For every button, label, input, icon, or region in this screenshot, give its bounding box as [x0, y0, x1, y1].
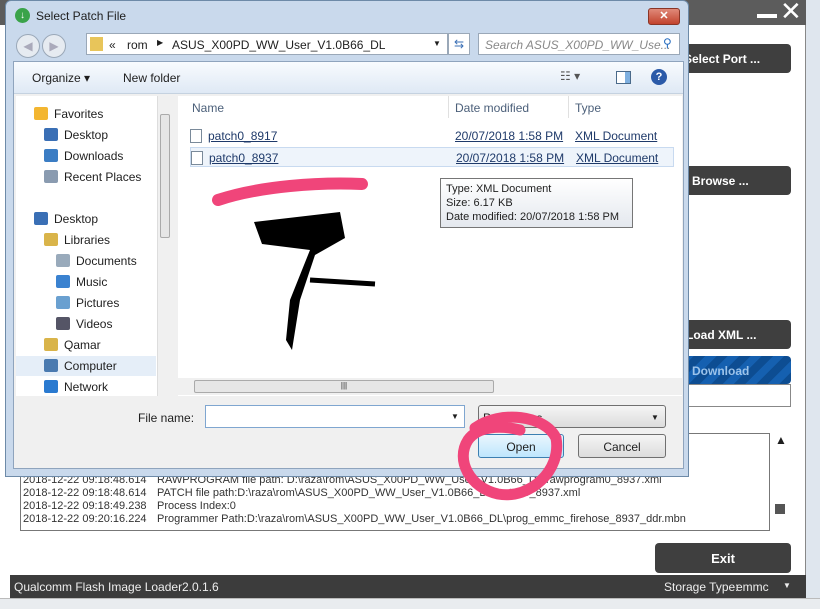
handwritten-annotation — [212, 177, 563, 501]
